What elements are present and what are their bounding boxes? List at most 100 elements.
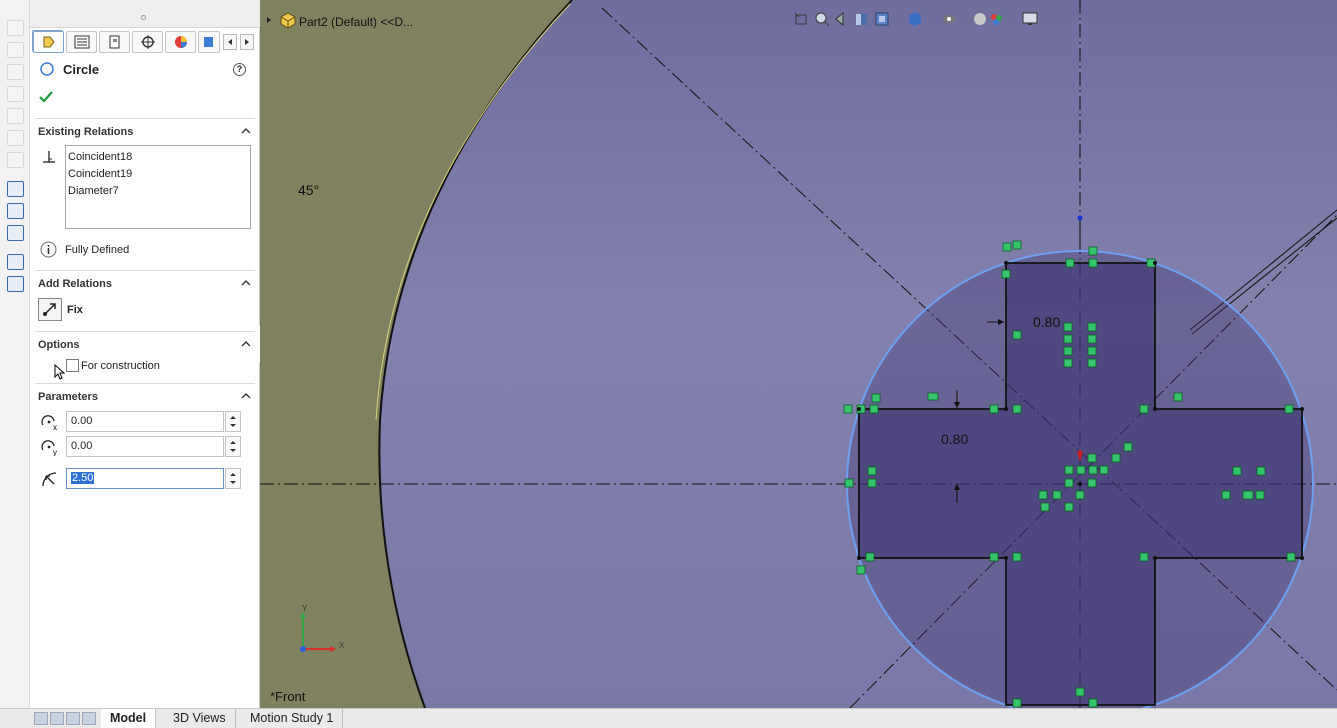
configuration-manager-icon [109, 35, 119, 49]
center-x-spinner[interactable] [225, 411, 241, 432]
hide-show-items-icon[interactable] [940, 10, 958, 28]
toolbar-button[interactable] [7, 108, 24, 124]
tab-feature-manager[interactable] [33, 31, 64, 53]
section-view-icon[interactable] [853, 10, 871, 28]
triad-y-label: Y [302, 604, 308, 613]
center-y-icon: y [41, 440, 57, 456]
dimension-top[interactable]: 0.80 [1033, 314, 1060, 330]
radius-icon [42, 472, 57, 487]
chevron-up-icon[interactable] [241, 278, 251, 288]
radius-spinner[interactable] [225, 468, 241, 489]
fix-anchor-icon [43, 303, 56, 316]
previous-view-icon[interactable] [833, 10, 851, 28]
angle-dimension[interactable]: 45° [298, 182, 319, 198]
appearance-ball-icon [174, 36, 187, 48]
tab-dimxpert-manager[interactable] [132, 31, 163, 53]
apply-scene-icon[interactable] [987, 10, 1005, 28]
svg-text:y: y [53, 448, 57, 456]
tab-motion-study-1[interactable]: Motion Study 1 [241, 709, 344, 728]
sketch-relations-button[interactable] [7, 181, 24, 197]
tab-more-icon [204, 37, 213, 47]
smart-dimension-button[interactable] [7, 203, 24, 219]
dimension-left[interactable]: 0.80 [941, 431, 968, 447]
fix-label: Fix [67, 304, 83, 316]
nav-next-button[interactable] [66, 712, 80, 725]
radius-value-selected: 2.50 [71, 472, 95, 484]
nav-first-button[interactable] [34, 712, 48, 725]
status-text: Fully Defined [65, 244, 130, 256]
relation-icon [43, 151, 55, 163]
svg-text:x: x [53, 423, 57, 431]
view-settings-icon[interactable] [1021, 10, 1039, 28]
heads-up-view-toolbar [793, 10, 1083, 30]
display-delete-relations-button[interactable] [7, 225, 24, 241]
graphics-area[interactable]: 45° 0.80 0.80 *Front Y X Part2 (Default)… [260, 0, 1337, 708]
chevron-up-icon[interactable] [241, 339, 251, 349]
manager-tabs [30, 30, 260, 54]
list-item[interactable]: Coincident18 [68, 149, 248, 166]
divider [35, 118, 255, 119]
display-style-icon[interactable] [906, 10, 924, 28]
center-y-field[interactable]: 0.00 [66, 436, 224, 457]
for-construction-label: For construction [81, 360, 160, 372]
center-y-spinner[interactable] [225, 436, 241, 457]
property-manager: Circle ? Existing Relations Coincident18… [30, 0, 269, 708]
nav-prev-button[interactable] [50, 712, 64, 725]
nav-last-button[interactable] [82, 712, 96, 725]
tab-property-manager[interactable] [66, 31, 97, 53]
center-x-icon: x [41, 415, 57, 431]
tab-configuration-manager[interactable] [99, 31, 130, 53]
chevron-up-icon[interactable] [241, 126, 251, 136]
circle-icon [40, 62, 54, 76]
tab-scroll-left-button[interactable] [223, 34, 237, 50]
zoom-area-icon[interactable] [813, 10, 831, 28]
part-breadcrumb[interactable]: Part2 (Default) <<D... [299, 15, 413, 29]
manager-tab-strip [30, 0, 260, 52]
chevron-left-icon [228, 39, 232, 45]
mouse-cursor-icon [54, 364, 66, 380]
tab-model[interactable]: Model [101, 709, 157, 728]
add-relations-heading: Add Relations [38, 278, 112, 290]
existing-relations-list[interactable]: Coincident18 Coincident19 Diameter7 [65, 145, 251, 229]
toolbar-button[interactable] [7, 130, 24, 146]
help-icon[interactable]: ? [233, 63, 246, 76]
options-heading: Options [38, 339, 80, 351]
toolbar-button[interactable] [7, 20, 24, 36]
toolbar-button[interactable] [7, 86, 24, 102]
tab-scroll-right-button[interactable] [240, 34, 254, 50]
crosshair-icon [140, 35, 155, 49]
list-item[interactable]: Diameter7 [68, 183, 248, 200]
toolbar-button[interactable] [7, 254, 24, 270]
tab-display-manager[interactable] [165, 31, 196, 53]
existing-relations-heading: Existing Relations [38, 126, 134, 138]
view-orientation-icon[interactable] [873, 10, 891, 28]
radius-field[interactable]: 2.50 [66, 468, 224, 489]
chevron-up-icon[interactable] [241, 391, 251, 401]
toolbar-button[interactable] [7, 152, 24, 168]
page-title: Circle [63, 62, 100, 77]
fix-relation-button[interactable] [38, 298, 62, 321]
expand-arrow-icon[interactable] [264, 15, 274, 25]
triad-x-label: X [339, 641, 345, 650]
divider [35, 270, 255, 271]
parameters-heading: Parameters [38, 391, 98, 403]
left-vertical-toolbar [0, 0, 30, 708]
sketch-canvas [260, 0, 1337, 708]
center-x-field[interactable]: 0.00 [66, 411, 224, 432]
toolbar-button[interactable] [7, 42, 24, 58]
feature-tree-icon [43, 36, 55, 48]
divider [35, 383, 255, 384]
zoom-to-fit-icon[interactable] [793, 10, 811, 28]
property-manager-icon [74, 35, 89, 49]
toolbar-button[interactable] [7, 64, 24, 80]
view-label: *Front [270, 689, 306, 704]
grip-dot [141, 15, 146, 20]
toolbar-button[interactable] [7, 276, 24, 292]
bottom-tab-bar: Model 3D Views Motion Study 1 [0, 708, 1337, 728]
chevron-right-icon [245, 39, 249, 45]
for-construction-checkbox[interactable] [66, 359, 79, 372]
tab-3d-views[interactable]: 3D Views [164, 709, 236, 728]
tab-more[interactable] [198, 31, 220, 53]
ok-checkmark-button[interactable] [38, 89, 54, 105]
list-item[interactable]: Coincident19 [68, 166, 248, 183]
